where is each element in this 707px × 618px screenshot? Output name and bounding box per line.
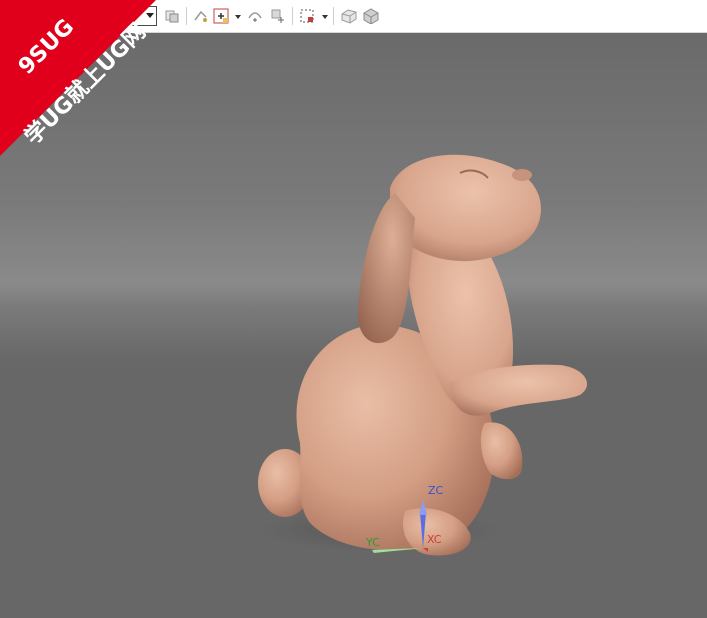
point-on-face-icon[interactable] (270, 8, 286, 28)
shaded-solid-icon[interactable] (362, 8, 380, 28)
shaded-wireframe-icon[interactable] (340, 8, 358, 28)
rabbit-nose (512, 169, 532, 181)
snap-filter-chevron-icon[interactable] (235, 15, 241, 19)
snap-filter-icon[interactable] (213, 8, 231, 28)
select-rectangle-icon[interactable] (299, 8, 315, 28)
point-on-curve-icon[interactable] (247, 8, 263, 28)
select-rectangle-chevron-icon[interactable] (322, 15, 328, 19)
snap-point-icon[interactable] (193, 8, 209, 28)
show-hide-icon[interactable] (164, 8, 180, 28)
toolbar-divider (333, 7, 334, 25)
toolbar-divider (186, 7, 187, 25)
axis-label-zc: ZC (428, 484, 444, 497)
toolbar-divider (292, 7, 293, 25)
axis-label-xc: XC (427, 533, 442, 546)
rabbit-ear (357, 193, 415, 344)
axis-label-yc: YC (366, 536, 380, 549)
watermark-logo: 9SUG 学UG就上UG网 (0, 0, 160, 160)
